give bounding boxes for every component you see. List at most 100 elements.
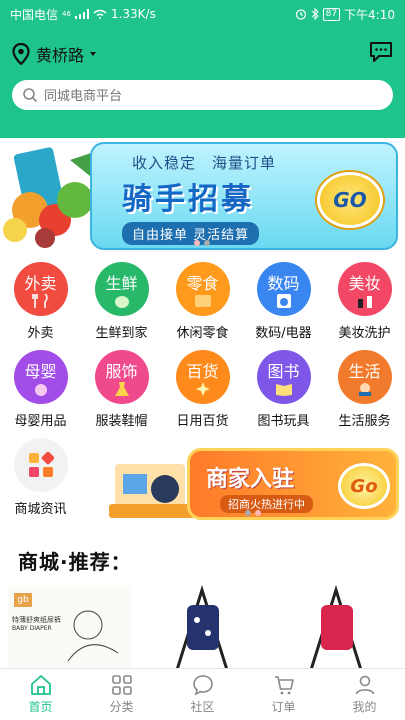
tab-orders[interactable]: 订单 — [243, 669, 324, 720]
promo-card: 商家入驻 招商火热进行中 Go — [187, 448, 399, 520]
wifi-icon — [93, 9, 107, 19]
category-icon-text: 母婴 — [24, 362, 57, 381]
baby-icon: 母婴 — [13, 350, 68, 404]
category-icon-text: 百货 — [186, 362, 219, 381]
header: 黄桥路 — [0, 28, 405, 138]
bluetooth-icon — [311, 8, 319, 20]
carrier-label: 中国电信 — [10, 7, 59, 22]
tab-home[interactable]: 首页 — [0, 669, 81, 720]
category-apparel[interactable]: 服饰 服装鞋帽 — [81, 350, 162, 438]
signal-icon — [74, 9, 89, 19]
tab-category[interactable]: 分类 — [81, 669, 162, 720]
category-general[interactable]: 百货 日用百货 — [162, 350, 243, 438]
product-card[interactable]: gb 特薄舒爽纸尿裤 BABY DIAPER — [8, 585, 132, 670]
category-label: 服装鞋帽 — [95, 414, 148, 429]
location-pin-icon — [12, 43, 30, 65]
baby-sketch-image — [67, 610, 119, 662]
tab-community[interactable]: 社区 — [162, 669, 243, 720]
product-caption: BABY DIAPER — [12, 625, 52, 632]
cabbage-icon: 生鲜 — [94, 262, 149, 316]
stroller-image — [175, 585, 229, 670]
bottom-tab-bar: 首页 分类 社区 订单 我的 — [0, 668, 405, 720]
chevron-down-icon — [90, 52, 97, 56]
tab-label: 社区 — [190, 700, 215, 714]
banner-dot-1[interactable] — [194, 240, 200, 246]
category-snacks[interactable]: 零食 休闲零食 — [162, 262, 243, 350]
home-icon — [30, 675, 51, 695]
category-icon-text: 服饰 — [105, 362, 138, 381]
network-type: 46 — [62, 10, 71, 18]
location-selector[interactable]: 黄桥路 — [12, 42, 97, 66]
category-icon-text: 生鲜 — [105, 274, 138, 293]
status-right: 87 下午4:10 — [295, 6, 395, 23]
category-beauty[interactable]: 美妆 美妆洗护 — [324, 262, 405, 350]
app-screen: 中国电信 46 1.33K/s 87 下午4:10 黄桥路 同城电商平台 收入稳… — [0, 0, 405, 720]
search-bar[interactable] — [12, 80, 393, 110]
recommend-list: gb 特薄舒爽纸尿裤 BABY DIAPER — [8, 585, 405, 670]
category-news[interactable]: 商城资讯 — [0, 438, 81, 526]
banner-subtitle: 收入稳定 海量订单 — [132, 154, 277, 172]
category-icon-text: 图书 — [267, 362, 300, 381]
category-label: 美妆洗护 — [338, 326, 391, 341]
category-row-1: 外卖 外卖 生鲜 生鲜到家 零食 休闲零食 数码 数码/电器 美妆 美妆洗护 — [0, 262, 405, 350]
banner-go-button[interactable]: GO — [317, 172, 383, 228]
promo-dot-2[interactable] — [255, 510, 261, 516]
category-icon-text: 零食 — [186, 274, 219, 293]
banner-card: 收入稳定 海量订单 骑手招募 自由接单 灵活结算 GO — [90, 142, 398, 250]
grid-apps-icon — [13, 438, 68, 492]
tab-label: 订单 — [271, 700, 296, 714]
clock: 下午4:10 — [344, 7, 395, 22]
snack-bag-icon: 零食 — [175, 262, 230, 316]
promo-dot-1[interactable] — [245, 510, 251, 516]
network-speed: 1.33K/s — [110, 7, 156, 21]
category-grid-icon — [111, 675, 132, 695]
dress-icon: 服饰 — [94, 350, 149, 404]
category-digital[interactable]: 数码 数码/电器 — [243, 262, 324, 350]
header-top: 黄桥路 — [12, 36, 393, 72]
cart-icon — [274, 676, 294, 695]
battery-indicator: 87 — [322, 7, 341, 21]
category-label: 数码/电器 — [255, 326, 312, 341]
banner-title: 骑手招募 — [122, 182, 254, 217]
tab-profile[interactable]: 我的 — [324, 669, 405, 720]
product-text: 特薄舒爽纸尿裤 — [12, 616, 61, 624]
sparkle-icon: 百货 — [175, 350, 230, 404]
category-takeout[interactable]: 外卖 外卖 — [0, 262, 81, 350]
merchant-join-banner[interactable]: 商家入驻 招商火热进行中 Go — [105, 444, 399, 524]
category-row-2: 母婴 母婴用品 服饰 服装鞋帽 百货 日用百货 图书 图书玩具 生活 生活服务 — [0, 350, 405, 438]
promo-go-button[interactable]: Go — [338, 463, 390, 509]
category-icon-text: 生活 — [348, 362, 381, 381]
message-button[interactable] — [369, 41, 393, 67]
promo-subtitle: 招商火热进行中 — [220, 495, 313, 513]
location-name: 黄桥路 — [36, 46, 85, 65]
category-services[interactable]: 生活 生活服务 — [324, 350, 405, 438]
user-icon — [355, 675, 374, 695]
category-label: 外卖 — [27, 326, 54, 341]
category-fresh[interactable]: 生鲜 生鲜到家 — [81, 262, 162, 350]
category-label: 休闲零食 — [176, 326, 229, 341]
category-label: 日用百货 — [176, 414, 229, 429]
product-brand-logo: gb — [14, 593, 32, 607]
message-icon — [370, 42, 392, 62]
tab-label: 首页 — [28, 700, 53, 714]
category-books[interactable]: 图书 图书玩具 — [243, 350, 324, 438]
banner-pagination — [194, 240, 210, 246]
lipstick-icon: 美妆 — [337, 262, 392, 316]
section-title: 商城·推荐： — [18, 550, 132, 574]
banner-dot-2[interactable] — [204, 240, 210, 246]
tab-label: 我的 — [352, 700, 377, 714]
promo-pagination — [245, 510, 261, 516]
category-label: 生鲜到家 — [95, 326, 148, 341]
chat-bubble-icon — [192, 675, 213, 696]
category-baby[interactable]: 母婴 母婴用品 — [0, 350, 81, 438]
status-bar: 中国电信 46 1.33K/s 87 下午4:10 — [0, 0, 405, 28]
category-label: 生活服务 — [338, 414, 391, 429]
product-card[interactable] — [276, 585, 400, 670]
product-card[interactable] — [142, 585, 266, 670]
search-input[interactable] — [44, 87, 383, 103]
worker-icon: 生活 — [337, 350, 392, 404]
category-label: 母婴用品 — [14, 414, 67, 429]
category-label: 图书玩具 — [257, 414, 310, 429]
category-icon-text: 美妆 — [348, 274, 381, 293]
tab-label: 分类 — [109, 700, 134, 714]
